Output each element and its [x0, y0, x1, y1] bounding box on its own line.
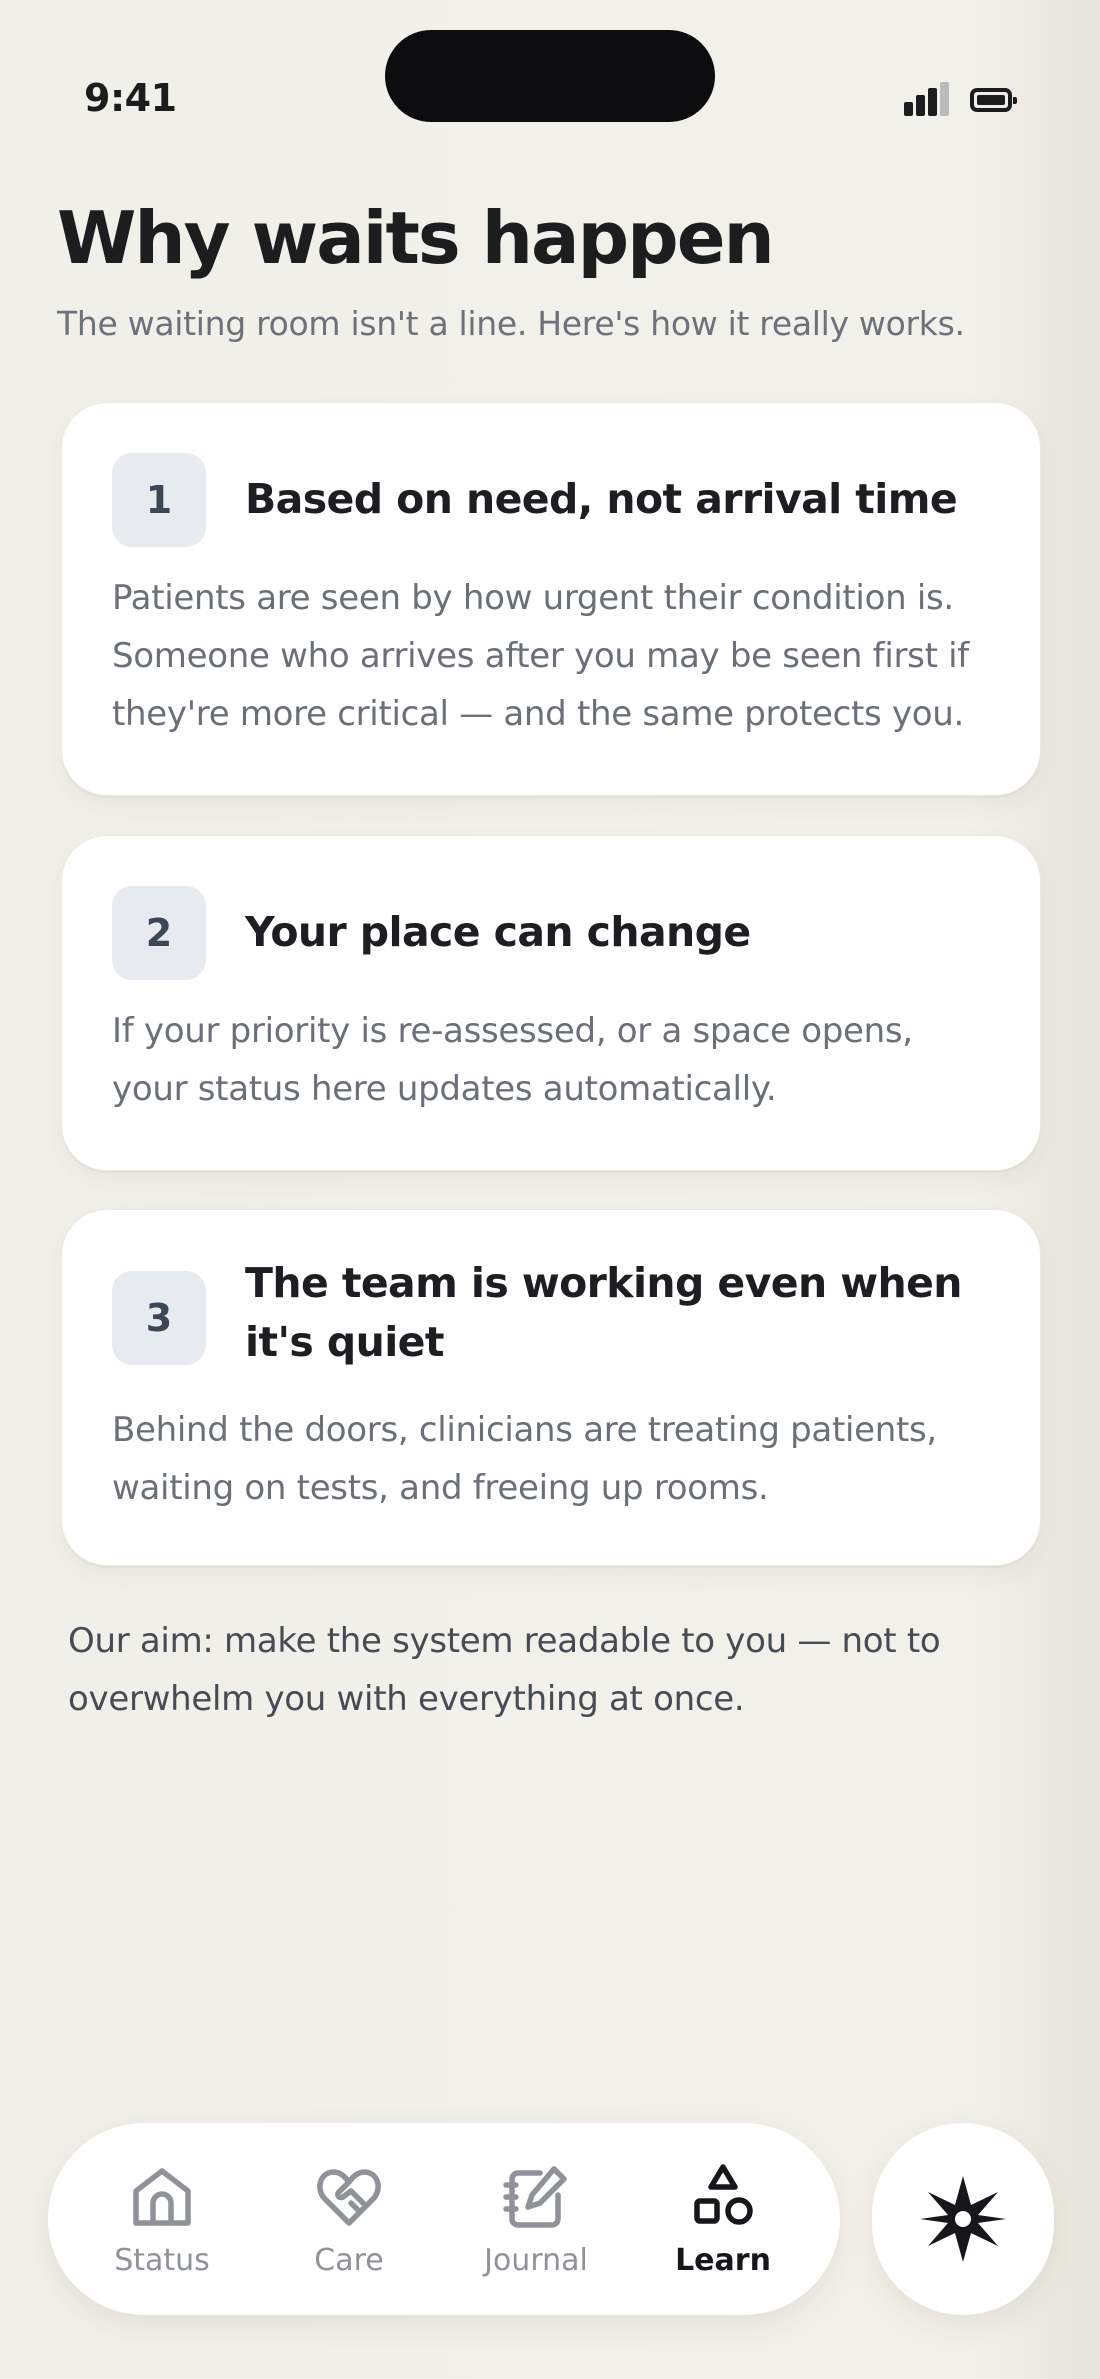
tab-learn[interactable]: Learn — [633, 2123, 813, 2315]
card-body: Behind the doors, clinicians are treatin… — [112, 1410, 937, 1508]
status-time: 9:41 — [84, 76, 177, 120]
tab-journal[interactable]: Journal — [446, 2123, 626, 2315]
tab-label: Learn — [675, 2243, 771, 2278]
aim-note: Our aim: make the system readable to you… — [68, 1621, 941, 1719]
card-title: Based on need, not arrival time — [245, 475, 958, 523]
dynamic-island — [385, 30, 715, 122]
sparkle-compass-icon — [920, 2176, 1006, 2262]
card-title: Your place can change — [245, 908, 751, 956]
info-card: 3 The team is working even when it's qui… — [61, 1209, 1041, 1566]
tab-label: Journal — [484, 2243, 588, 2278]
tab-label: Status — [114, 2243, 210, 2278]
info-card: 1 Based on need, not arrival time Patien… — [61, 402, 1041, 796]
shapes-icon — [694, 2164, 753, 2225]
screen: 9:41 Why waits happen The waiting room i… — [0, 0, 1100, 2379]
tab-label: Care — [314, 2243, 384, 2278]
card-body: Patients are seen by how urgent their co… — [112, 578, 969, 734]
step-number-badge: 1 — [112, 453, 206, 547]
card-title: The team is working even when it's quiet — [245, 1259, 963, 1366]
card-body: If your priority is re-assessed, or a sp… — [112, 1011, 913, 1109]
battery-icon — [970, 88, 1017, 112]
bottom-tab-bar: Status Care Journal Learn — [48, 2123, 840, 2315]
notebook-pen-icon — [503, 2166, 567, 2228]
tab-status[interactable]: Status — [72, 2123, 252, 2315]
info-card: 2 Your place can change If your priority… — [61, 835, 1041, 1171]
signal-icon — [904, 82, 950, 116]
page-subtitle: The waiting room isn't a line. Here's ho… — [57, 304, 965, 343]
heart-handshake-icon — [317, 2169, 381, 2226]
page-title: Why waits happen — [57, 196, 775, 280]
step-number-badge: 3 — [112, 1271, 206, 1365]
tab-care[interactable]: Care — [259, 2123, 439, 2315]
step-number-badge: 2 — [112, 886, 206, 980]
assistant-button[interactable] — [872, 2123, 1054, 2315]
home-icon — [133, 2168, 191, 2226]
